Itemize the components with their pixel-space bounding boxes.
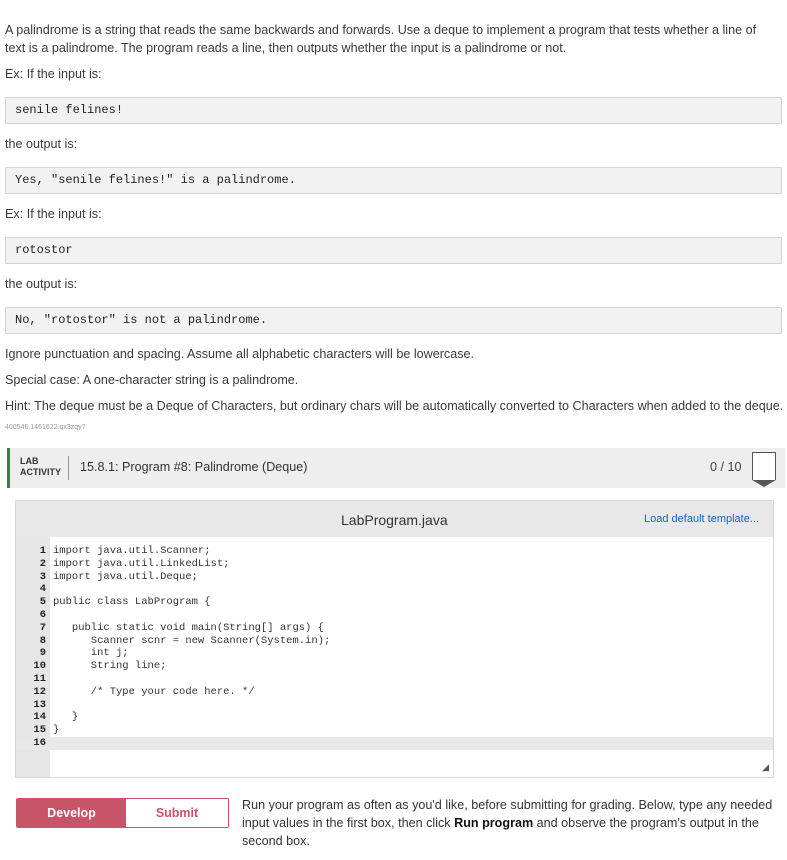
submit-mode-button[interactable]: Submit mode [126, 799, 228, 827]
example-2-output: No, "rotostor" is not a palindrome. [5, 307, 782, 334]
code-line[interactable]: 10 String line; [16, 660, 773, 673]
code-text: public class LabProgram { [53, 596, 211, 609]
example-2-label: Ex: If the input is: [5, 207, 102, 221]
completion-badge-icon [751, 452, 776, 487]
header-divider [68, 456, 69, 480]
output-label-2: the output is: [5, 277, 78, 291]
example-2-input: rotostor [5, 237, 782, 264]
example-1-input: senile felines! [5, 97, 782, 124]
line-number: 1 [39, 545, 46, 557]
line-number: 12 [33, 685, 46, 698]
code-line[interactable]: 9 int j; [16, 647, 773, 660]
code-line[interactable]: 11 [16, 673, 773, 686]
line-number: 15 [33, 724, 46, 737]
lab-activity-tag: LAB ACTIVITY [20, 456, 62, 477]
load-default-template-link[interactable]: Load default template... [644, 513, 759, 525]
develop-mode-button[interactable]: Develop mode [17, 799, 126, 827]
code-line[interactable]: 2 import java.util.LinkedList; [16, 558, 773, 571]
line-number: 2 [39, 557, 46, 570]
code-text: public static void main(String[] args) { [53, 621, 324, 634]
example-1-label: Ex: If the input is: [5, 67, 102, 81]
code-line[interactable]: 3 import java.util.Deque; [16, 571, 773, 584]
line-number: 7 [39, 621, 46, 634]
file-name: LabProgram.java [341, 512, 448, 528]
editor-titlebar: LabProgram.java Load default template... [16, 501, 773, 537]
code-text: } [53, 711, 79, 724]
code-text: String line; [53, 660, 167, 673]
line-number: 5 [39, 596, 46, 609]
line-number: 8 [39, 634, 46, 647]
line-number: 13 [33, 698, 46, 711]
code-line[interactable]: 14 } [16, 711, 773, 724]
mode-toggle: Develop mode Submit mode [16, 798, 229, 828]
code-text: import java.util.LinkedList; [53, 557, 230, 570]
tracking-id: 400546.1461622.qx3zqy7 [5, 424, 86, 431]
intro-text: A palindrome is a string that reads the … [5, 23, 757, 55]
line-number: 4 [39, 583, 46, 596]
resize-handle-icon[interactable]: ◢ [762, 762, 769, 773]
code-line[interactable]: 16 [16, 737, 773, 750]
code-line[interactable]: 15} [16, 724, 773, 737]
run-program-label: Run program [454, 816, 534, 830]
line-number: 16 [33, 737, 46, 749]
code-text: /* Type your code here. */ [53, 685, 255, 698]
line-number: 10 [33, 660, 46, 673]
line-number: 3 [39, 570, 46, 583]
code-text: Scanner scnr = new Scanner(System.in); [53, 634, 331, 647]
code-editor-panel: LabProgram.java Load default template...… [15, 500, 774, 778]
code-line[interactable]: 6 [16, 609, 773, 622]
code-text: import java.util.Deque; [53, 570, 198, 583]
code-text: int j; [53, 647, 129, 660]
code-line[interactable]: 4 [16, 583, 773, 596]
note-special-case: Special case: A one-character string is … [5, 373, 299, 387]
lab-title: 15.8.1: Program #8: Palindrome (Deque) [80, 460, 308, 474]
output-label-1: the output is: [5, 137, 78, 151]
note-punctuation: Ignore punctuation and spacing. Assume a… [5, 347, 475, 361]
code-editor[interactable]: 1 import java.util.Scanner; 2 import java.u… [16, 537, 773, 777]
line-number: 9 [39, 647, 46, 660]
mode-description: Run your program as often as you'd like,… [242, 796, 782, 850]
lab-activity-header: LAB ACTIVITY 15.8.1: Program #8: Palindr… [7, 448, 785, 488]
code-line[interactable]: 1 import java.util.Scanner; [16, 545, 773, 558]
code-line[interactable]: 8 Scanner scnr = new Scanner(System.in); [16, 635, 773, 648]
code-text: import java.util.Scanner; [53, 545, 211, 557]
code-line[interactable]: 12 /* Type your code here. */ [16, 686, 773, 699]
example-1-output: Yes, "senile felines!" is a palindrome. [5, 167, 782, 194]
line-number: 11 [33, 673, 46, 685]
code-text: } [53, 724, 60, 737]
code-line[interactable]: 13 [16, 699, 773, 712]
lab-score: 0 / 10 [710, 460, 742, 474]
line-number: 14 [33, 711, 46, 724]
code-line[interactable]: 5 public class LabProgram { [16, 596, 773, 609]
code-line[interactable]: 7 public static void main(String[] args)… [16, 622, 773, 635]
hint-text: Hint: The deque must be a Deque of Chara… [5, 399, 784, 413]
line-number: 6 [39, 609, 46, 621]
